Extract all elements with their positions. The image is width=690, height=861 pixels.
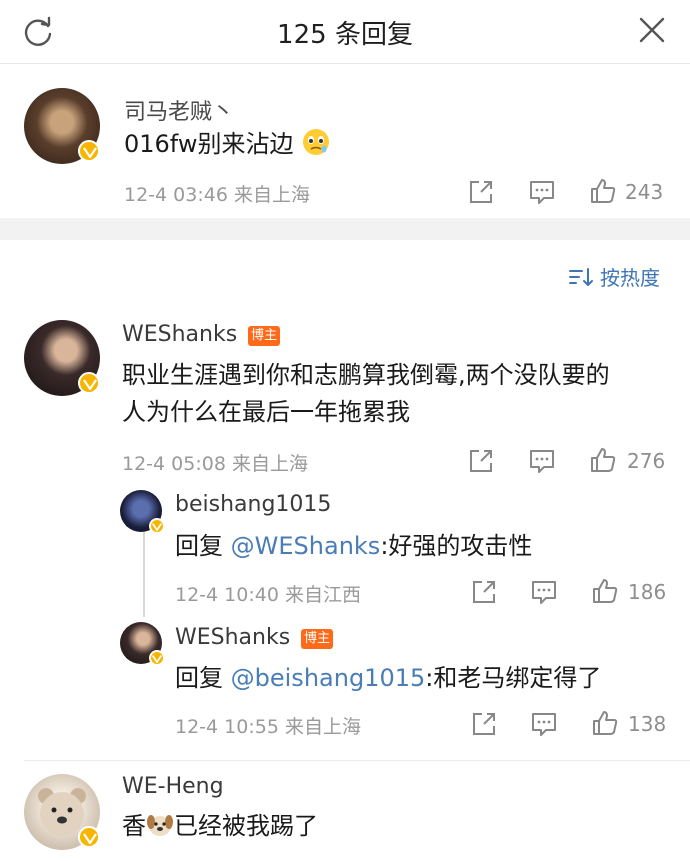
- comment-icon[interactable]: [530, 578, 558, 606]
- reply-text: 香 已经被我踢了: [122, 808, 318, 845]
- sub-reply-content: :好强的攻击性: [380, 532, 533, 560]
- section-divider: [0, 218, 690, 240]
- share-icon[interactable]: [470, 578, 498, 606]
- reply-prefix: 回复: [175, 532, 231, 560]
- close-icon[interactable]: [632, 14, 672, 50]
- sort-button[interactable]: 按热度: [600, 262, 660, 291]
- like-count: 243: [625, 180, 664, 204]
- sub-reply-meta: 12-4 10:55 来自上海: [175, 716, 361, 738]
- mention-link[interactable]: @WEShanks: [231, 532, 381, 560]
- sub-reply-meta: 12-4 10:40 来自江西: [175, 584, 361, 606]
- blogger-tag: 博主: [301, 629, 334, 649]
- comment-meta: 12-4 03:46 来自上海: [124, 184, 310, 206]
- verified-badge-icon: [78, 140, 100, 162]
- reply-username[interactable]: WEShanks: [122, 322, 237, 347]
- comment-text: 016fw别来沾边: [124, 126, 331, 163]
- verified-badge-icon: [78, 826, 100, 848]
- comment-icon[interactable]: [528, 447, 556, 475]
- sub-reply-content: :和老马绑定得了: [425, 664, 602, 692]
- emoji-pleading-face-icon: [303, 129, 330, 155]
- share-icon[interactable]: [470, 710, 498, 738]
- like-icon[interactable]: [591, 577, 619, 605]
- reply-text-before: 香: [122, 812, 146, 840]
- reply-text-line-1: 职业生涯遇到你和志鹏算我倒霉,两个没队要的: [122, 361, 610, 389]
- like-count: 186: [628, 580, 667, 604]
- sub-reply-text: 回复 @WEShanks:好强的攻击性: [175, 528, 532, 565]
- verified-badge-icon: [149, 650, 165, 666]
- emoji-dog-face-icon: [147, 815, 173, 836]
- reply-meta: 12-4 05:08 来自上海: [122, 453, 308, 475]
- reply-prefix: 回复: [175, 664, 231, 692]
- like-count: 276: [627, 449, 666, 473]
- sub-reply-text: 回复 @beishang1015:和老马绑定得了: [175, 660, 601, 697]
- verified-badge-icon: [78, 372, 100, 394]
- like-icon[interactable]: [589, 177, 617, 205]
- comment-text-content: 016fw别来沾边: [124, 130, 294, 158]
- comment-icon[interactable]: [530, 710, 558, 738]
- mention-link[interactable]: @beishang1015: [231, 664, 426, 692]
- sort-icon[interactable]: [568, 266, 594, 288]
- header-bar: 125 条回复: [0, 0, 690, 64]
- like-count: 138: [628, 712, 667, 736]
- page-title: 125 条回复: [277, 20, 413, 50]
- like-icon[interactable]: [591, 709, 619, 737]
- sub-reply-username[interactable]: beishang1015: [175, 492, 331, 517]
- reply-text-line-2: 人为什么在最后一年拖累我: [122, 398, 410, 426]
- comment-username[interactable]: 司马老贼丶: [124, 94, 234, 126]
- share-icon[interactable]: [467, 178, 495, 206]
- comment-icon[interactable]: [528, 178, 556, 206]
- verified-badge-icon: [149, 518, 165, 534]
- share-icon[interactable]: [467, 447, 495, 475]
- reply-text-after: 已经被我踢了: [174, 812, 318, 840]
- like-icon[interactable]: [589, 446, 617, 474]
- reply-divider: [24, 760, 690, 761]
- reply-username[interactable]: WE-Heng: [122, 774, 224, 799]
- blogger-tag: 博主: [248, 326, 281, 346]
- thread-line: [143, 525, 145, 617]
- sub-reply-username[interactable]: WEShanks: [175, 625, 290, 650]
